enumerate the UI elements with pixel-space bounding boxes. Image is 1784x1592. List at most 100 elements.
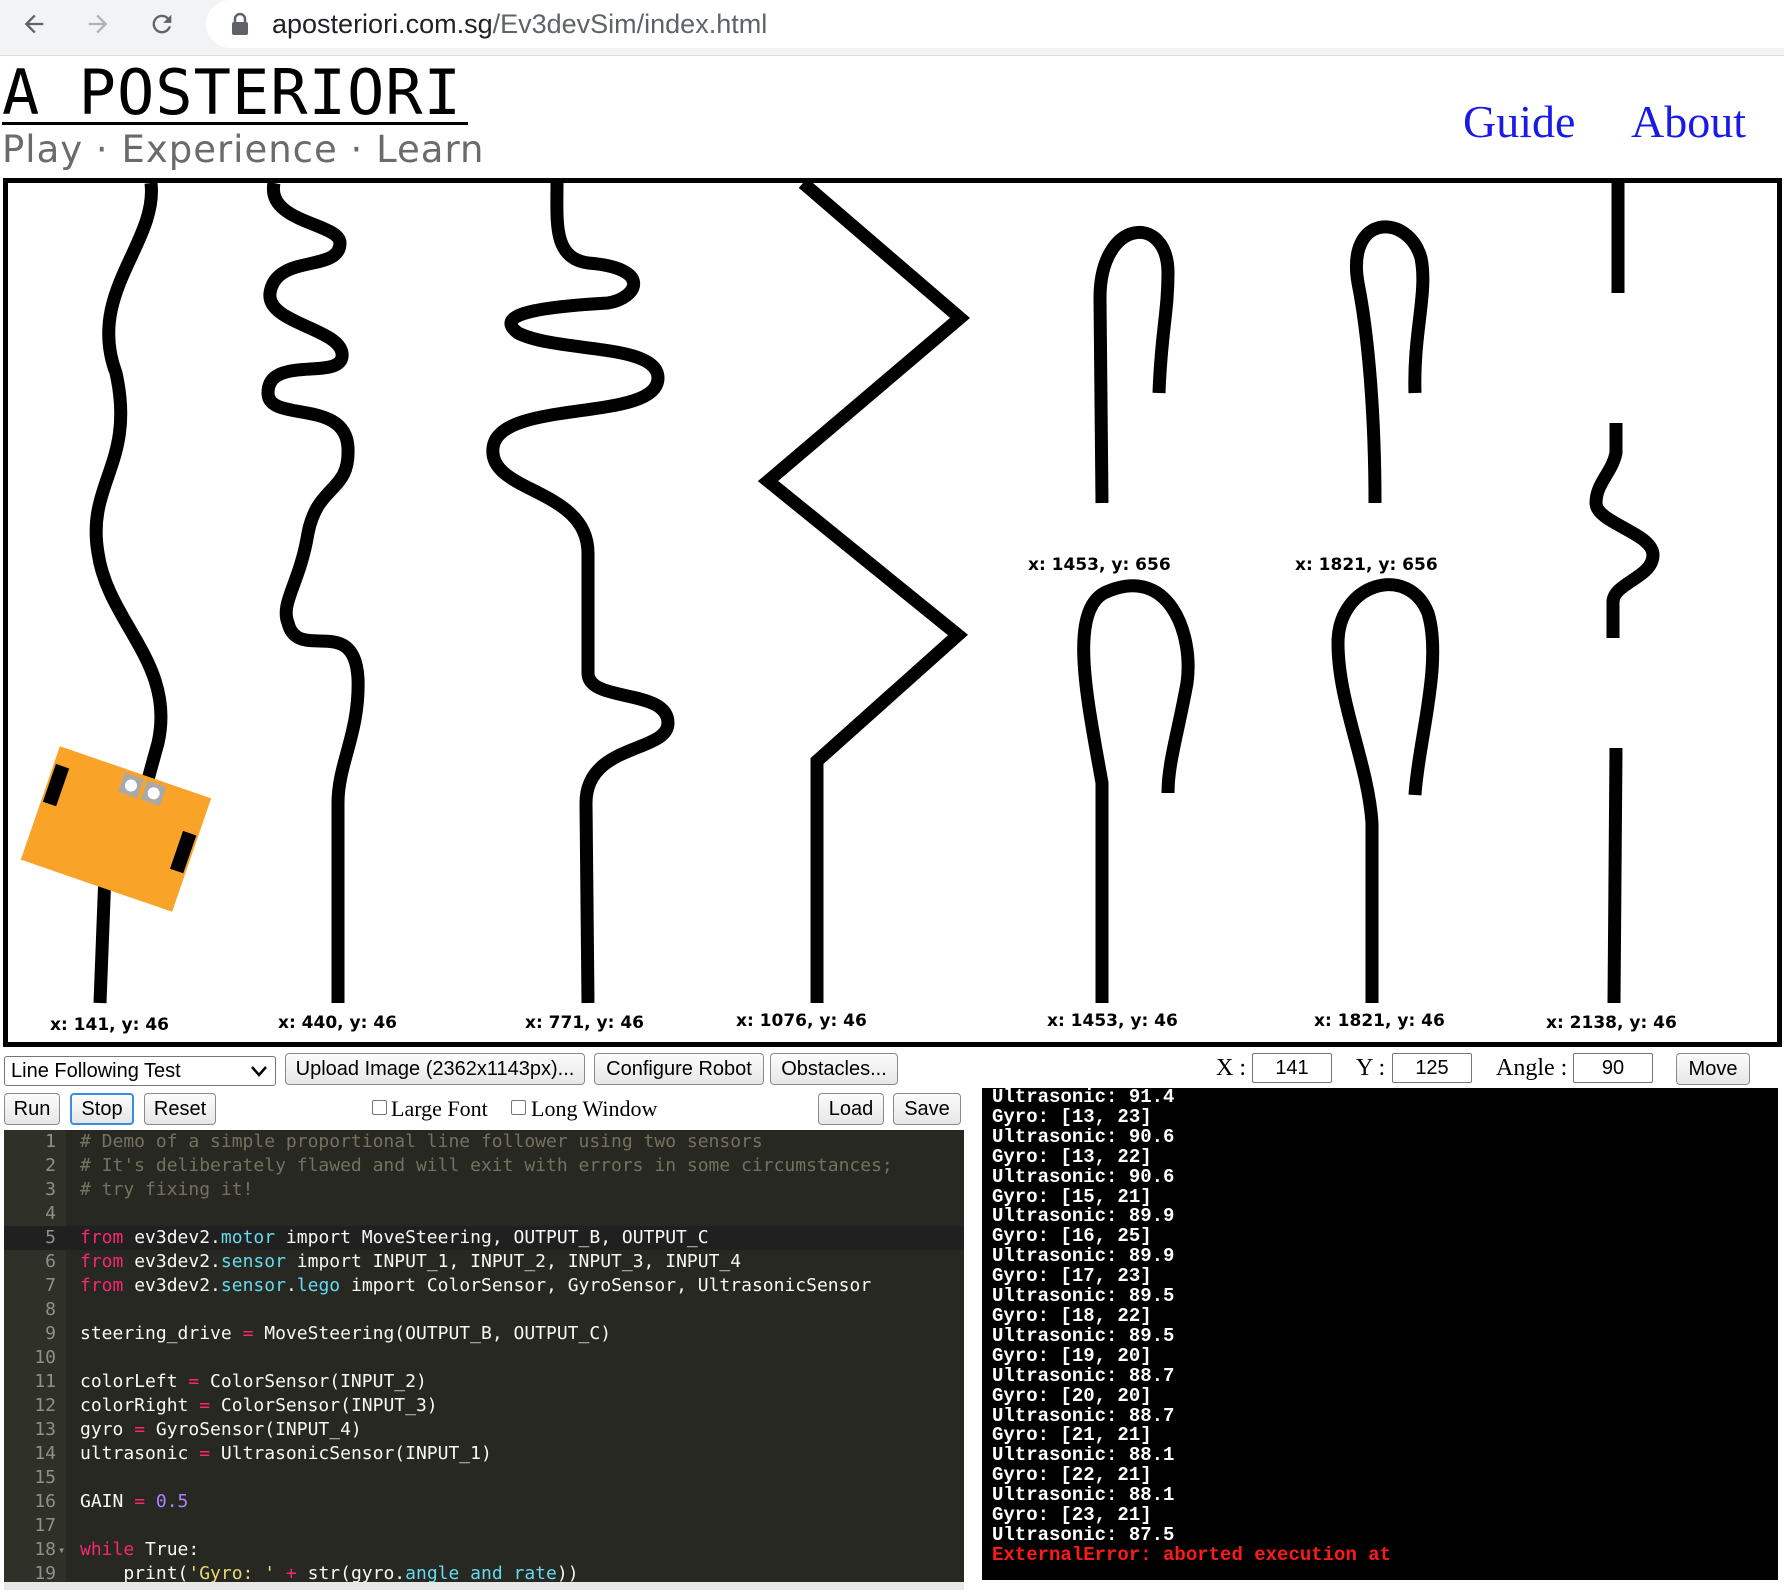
line-number: 13	[34, 1419, 56, 1440]
lock-icon	[232, 12, 248, 35]
track-6-top-loop	[1350, 220, 1430, 504]
console-line: Gyro: [23, 21]	[992, 1504, 1152, 1527]
code-line[interactable]: 5 from ev3dev2.motor import MoveSteering,…	[4, 1226, 964, 1250]
code-line[interactable]: 15	[4, 1466, 964, 1490]
simulator-field[interactable]: x: 141, y: 46 x: 440, y: 46 x: 771, y: 4…	[3, 178, 1782, 1047]
code-line[interactable]: 14 ultrasonic = UltrasonicSensor(INPUT_1)	[4, 1442, 964, 1466]
code-line[interactable]: 2 # It's deliberately flawed and will exi…	[4, 1154, 964, 1178]
nav-guide-link[interactable]: Guide	[1463, 94, 1575, 150]
code-line[interactable]: 11 colorLeft = ColorSensor(INPUT_2)	[4, 1370, 964, 1394]
code-line[interactable]: 4	[4, 1202, 964, 1226]
line-number: 14	[34, 1443, 56, 1464]
console-line: Ultrasonic: 88.7	[992, 1404, 1175, 1427]
world-select[interactable]: Line Following Test	[4, 1056, 276, 1086]
console-line: Ultrasonic: 89.9	[992, 1205, 1175, 1228]
stop-button[interactable]: Stop	[70, 1093, 134, 1125]
console-line: Ultrasonic: 90.6	[992, 1165, 1175, 1188]
site-tagline: Play · Experience · Learn	[2, 128, 485, 171]
console-line: Ultrasonic: 89.5	[992, 1324, 1175, 1347]
forward-icon[interactable]	[78, 4, 118, 44]
code-text: # It's deliberately flawed and will exit…	[80, 1155, 893, 1176]
code-line[interactable]: 16 GAIN = 0.5	[4, 1490, 964, 1514]
reset-button[interactable]: Reset	[144, 1093, 216, 1125]
coord-label: x: 1453, y: 656	[1028, 555, 1171, 575]
code-line[interactable]: 1 # Demo of a simple proportional line fo…	[4, 1130, 964, 1154]
code-line[interactable]: 6 from ev3dev2.sensor import INPUT_1, INP…	[4, 1250, 964, 1274]
line-number: 2	[45, 1155, 56, 1176]
console-line: Gyro: [17, 23]	[992, 1265, 1152, 1288]
line-number: 3	[45, 1179, 56, 1200]
world-select-value: Line Following Test	[11, 1060, 181, 1082]
code-line[interactable]: 3 # try fixing it!	[4, 1178, 964, 1202]
large-font-checkbox[interactable]	[372, 1100, 387, 1115]
coord-label: x: 1453, y: 46	[1047, 1011, 1178, 1031]
console-line: Gyro: [18, 22]	[992, 1304, 1152, 1327]
address-bar[interactable]: aposteriori.com.sg/Ev3devSim/index.html	[206, 0, 1784, 48]
fold-arrow-icon[interactable]: ▾	[58, 1538, 65, 1562]
line-number: 17	[34, 1515, 56, 1536]
console-line: Ultrasonic: 87.5	[992, 1523, 1175, 1546]
console-output: Ultrasonic: 91.4 Gyro: [13, 23] Ultrasonic…	[982, 1088, 1778, 1580]
long-window-checkbox[interactable]	[511, 1100, 526, 1115]
reload-icon[interactable]	[142, 4, 182, 44]
load-button[interactable]: Load	[818, 1093, 884, 1125]
back-icon[interactable]	[14, 4, 54, 44]
x-input[interactable]	[1252, 1053, 1332, 1083]
large-font-label: Large Font	[391, 1096, 488, 1121]
console-line: Ultrasonic: 89.9	[992, 1245, 1175, 1268]
save-button[interactable]: Save	[893, 1093, 961, 1125]
browser-toolbar: aposteriori.com.sg/Ev3devSim/index.html	[0, 0, 1784, 56]
robot[interactable]	[20, 746, 212, 912]
track-4-zigzag	[757, 183, 971, 1003]
y-input[interactable]	[1392, 1053, 1472, 1083]
line-number: 9	[45, 1323, 56, 1344]
site-logo[interactable]: A POSTERIORI	[2, 60, 462, 126]
obstacles-button[interactable]: Obstacles...	[770, 1053, 898, 1085]
coord-label: x: 141, y: 46	[50, 1015, 169, 1035]
track-7-bottom-segment	[1607, 747, 1623, 1004]
code-text: ultrasonic = UltrasonicSensor(INPUT_1)	[80, 1443, 492, 1464]
line-number: 4	[45, 1203, 56, 1224]
code-line[interactable]: 7 from ev3dev2.sensor.lego import ColorSe…	[4, 1274, 964, 1298]
run-button[interactable]: Run	[4, 1093, 60, 1125]
code-line[interactable]: 8	[4, 1298, 964, 1322]
console-line: Ultrasonic: 89.5	[992, 1285, 1175, 1308]
console-line: Ultrasonic: 88.1	[992, 1444, 1175, 1467]
coord-label: x: 1821, y: 46	[1314, 1011, 1445, 1031]
angle-input[interactable]	[1573, 1053, 1653, 1083]
coord-label: x: 1076, y: 46	[736, 1011, 867, 1031]
upload-image-button[interactable]: Upload Image (2362x1143px)...	[285, 1053, 585, 1085]
console-line: Ultrasonic: 88.7	[992, 1364, 1175, 1387]
nav-about-link[interactable]: About	[1631, 94, 1746, 150]
code-editor[interactable]: 1 # Demo of a simple proportional line fo…	[4, 1130, 964, 1582]
x-label: X :	[1216, 1055, 1246, 1081]
line-number: 19	[34, 1563, 56, 1582]
track-5-top-loop	[1093, 225, 1175, 504]
editor-horizontal-scrollbar[interactable]	[4, 1582, 964, 1590]
console-line: Gyro: [22, 21]	[992, 1464, 1152, 1487]
coord-label: x: 2138, y: 46	[1546, 1013, 1677, 1033]
code-text: print('Gyro: ' + str(gyro.angle_and_rate…	[80, 1563, 579, 1582]
configure-robot-button[interactable]: Configure Robot	[594, 1053, 764, 1085]
code-line[interactable]: 17	[4, 1514, 964, 1538]
console-line: Gyro: [20, 20]	[992, 1384, 1152, 1407]
long-window-label: Long Window	[531, 1096, 658, 1121]
code-line[interactable]: 18 ▾ while True:	[4, 1538, 964, 1562]
console-line: Gyro: [13, 23]	[992, 1105, 1152, 1128]
code-line[interactable]: 13 gyro = GyroSensor(INPUT_4)	[4, 1418, 964, 1442]
console-line: Ultrasonic: 91.4	[992, 1088, 1175, 1108]
line-number: 6	[45, 1251, 56, 1272]
code-line[interactable]: 10	[4, 1346, 964, 1370]
code-text: colorLeft = ColorSensor(INPUT_2)	[80, 1371, 427, 1392]
code-line[interactable]: 9 steering_drive = MoveSteering(OUTPUT_B,…	[4, 1322, 964, 1346]
line-number: 8	[45, 1299, 56, 1320]
code-line[interactable]: 19 print('Gyro: ' + str(gyro.angle_and_r…	[4, 1562, 964, 1582]
code-line[interactable]: 12 colorRight = ColorSensor(INPUT_3)	[4, 1394, 964, 1418]
line-number: 10	[34, 1347, 56, 1368]
robot-body	[20, 746, 212, 912]
chevron-down-icon	[251, 1066, 267, 1077]
line-number: 15	[34, 1467, 56, 1488]
move-button[interactable]: Move	[1676, 1053, 1750, 1085]
code-text: steering_drive = MoveSteering(OUTPUT_B, …	[80, 1323, 612, 1344]
coord-label: x: 1821, y: 656	[1295, 555, 1438, 575]
